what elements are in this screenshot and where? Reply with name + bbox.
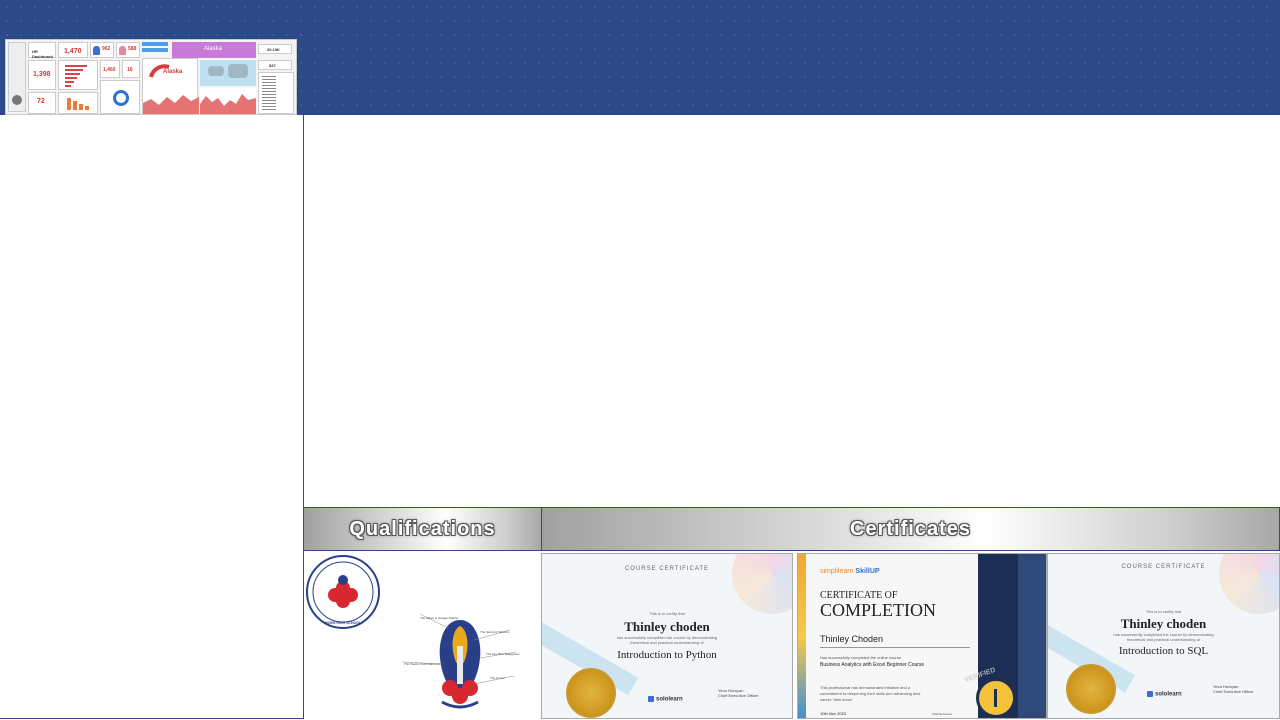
issue-date: 10th Nov 2023 xyxy=(820,711,847,716)
emblem-label: The Twelve Point Diamond Bond xyxy=(404,662,448,666)
certificate-intro: This is to certify that xyxy=(649,611,685,616)
kpi-box: 72 xyxy=(28,92,56,114)
kpi-box: 1,398 xyxy=(28,60,56,90)
emblem-diagram[interactable]: The Silken & Orange Rubber The Sword of … xyxy=(390,600,530,718)
kpi-value: 72 xyxy=(37,98,45,105)
gold-seal-icon xyxy=(566,668,616,718)
certificate-intro: This is to certify that xyxy=(1145,609,1182,614)
certificate-description: has successfully completed the course by… xyxy=(1113,632,1214,642)
female-icon xyxy=(119,46,126,55)
school-name: MOEN HIGH SCHOOL xyxy=(324,621,362,625)
certificate-header: COURSE CERTIFICATE xyxy=(1121,564,1206,570)
kpi-box: $37 xyxy=(258,60,292,70)
certificate-python[interactable]: COURSE CERTIFICATE This is to certify th… xyxy=(541,553,793,719)
emblem-icon xyxy=(401,613,517,709)
donut-panel xyxy=(100,80,140,114)
kpi-value: 588 xyxy=(128,46,137,52)
certificate-title-line2: COMPLETION xyxy=(820,600,936,620)
signature-block: Yeva Hovsyan Chief Executive Officer xyxy=(718,688,759,698)
course-name: Introduction to Python xyxy=(617,649,717,661)
qualifications-title: Qualifications xyxy=(349,517,496,540)
navy-band-2 xyxy=(1018,554,1046,718)
location-banner-text: Alaska xyxy=(204,46,223,52)
dashboard-title-box: HR Dashboard xyxy=(28,42,56,59)
course-name: Business Analytics with Excel Beginner C… xyxy=(820,662,925,668)
course-name: Introduction to SQL xyxy=(1118,645,1209,657)
certificates-header: Certificates xyxy=(541,507,1280,551)
kpi-box: 588 xyxy=(116,42,140,58)
gauge-panel: Alaska xyxy=(142,58,199,114)
gauge-and-area-chart xyxy=(143,64,199,114)
certificates-title: Certificates xyxy=(850,517,971,540)
bar-chart-panel xyxy=(58,60,98,90)
location-banner: Alaska xyxy=(172,42,256,58)
decorative-swirl xyxy=(732,554,792,614)
dashboard-sidebar xyxy=(8,42,26,112)
sololearn-logo: sololearn xyxy=(648,696,683,703)
certificate-description: This professional has demonstrated initi… xyxy=(820,685,921,702)
emblem-label: The Fire Blue Bodyguard xyxy=(486,652,520,656)
kpi-value: 1,398 xyxy=(33,71,51,78)
completion-line: Has successfully completed the online co… xyxy=(820,655,901,660)
signature-block: Yeva Hovsyan Chief Executive Officer xyxy=(1213,684,1254,694)
kpi-value: 1,460 xyxy=(103,67,116,73)
certificate-description: has successfully completed the course by… xyxy=(616,635,718,645)
recipient-name: Thinley choden xyxy=(1120,616,1207,631)
kpi-box: 962 xyxy=(90,42,114,58)
filter-buttons xyxy=(142,42,170,54)
kpi-value: 10 xyxy=(127,67,133,73)
left-stripe xyxy=(798,554,806,718)
recipient-name: Thinley Choden xyxy=(820,634,884,644)
signer-role: Chief Executive Officer xyxy=(718,693,759,698)
kpi-box: 10 xyxy=(122,60,140,78)
world-map xyxy=(200,60,256,86)
dashboard-thumbnail[interactable]: HR Dashboard 1,470 962 588 1,398 72 1,46… xyxy=(5,39,297,115)
list-panel xyxy=(258,72,294,114)
dashboard-title: HR Dashboard xyxy=(32,49,53,59)
school-seal-icon xyxy=(306,555,380,629)
kpi-value: 40.15K xyxy=(267,47,280,52)
divider xyxy=(820,647,970,648)
sololearn-logo: sololearn xyxy=(1147,691,1182,698)
donut-chart xyxy=(113,90,129,106)
emblem-label: The Sword of Wisdom xyxy=(480,630,510,634)
kpi-value: $37 xyxy=(269,63,276,68)
certificate-sql[interactable]: COURSE CERTIFICATE This is to certify th… xyxy=(1047,553,1280,719)
decorative-swirl xyxy=(1219,554,1279,614)
badge-icon xyxy=(976,678,1016,718)
kpi-box: 1,460 xyxy=(100,60,120,78)
certificate-excel[interactable]: simplilearn SkillUP CERTIFICATE OF COMPL… xyxy=(797,553,1047,719)
gold-seal-icon xyxy=(1066,664,1116,714)
area-chart xyxy=(200,88,256,114)
side-panel xyxy=(0,115,304,719)
qualifications-header: Qualifications xyxy=(303,507,542,551)
recipient-name: Thinley choden xyxy=(624,619,710,634)
emblem-label: The Crown xyxy=(490,676,505,680)
kpi-box: 40.15K xyxy=(258,44,292,54)
signer-name: Krishna Kumar xyxy=(932,712,952,716)
avatar-icon xyxy=(12,95,22,105)
simplilearn-logo: simplilearn SkillUP xyxy=(820,568,880,575)
kpi-box: 1,470 xyxy=(58,42,88,58)
kpi-value: 962 xyxy=(102,46,111,52)
certificate-header: COURSE CERTIFICATE xyxy=(624,566,710,572)
signer-role: Chief Executive Officer xyxy=(1213,689,1254,694)
kpi-value: 1,470 xyxy=(64,48,82,55)
column-chart-panel xyxy=(58,92,98,114)
gauge-label: Alaska xyxy=(163,69,183,75)
emblem-label: The Silken & Orange Rubber xyxy=(420,616,459,620)
school-logo[interactable]: MOEN HIGH SCHOOL xyxy=(306,553,380,631)
male-icon xyxy=(93,46,100,55)
